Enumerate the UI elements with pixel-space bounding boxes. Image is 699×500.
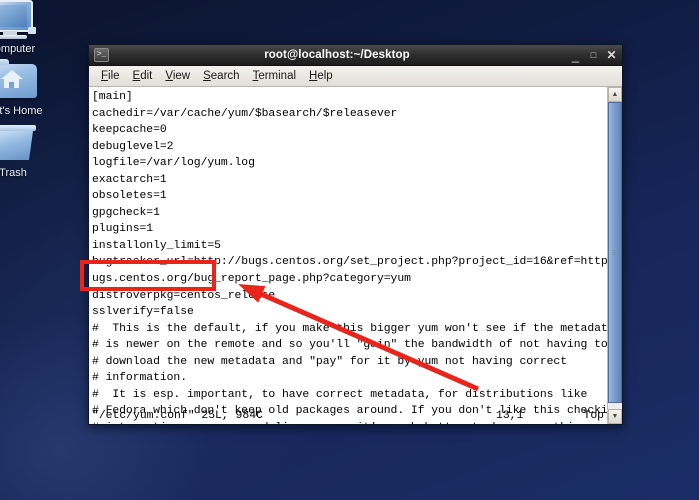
window-title: root@localhost:~/Desktop: [264, 49, 410, 61]
status-scroll-location: Top: [583, 410, 604, 422]
editor-line: # It is esp. important, to have correct …: [92, 388, 588, 401]
menu-help[interactable]: Help: [303, 69, 340, 83]
menu-search[interactable]: Search: [197, 69, 246, 83]
editor-line: cachedir=/var/cache/yum/$basearch/$relea…: [92, 107, 398, 120]
editor-line: debuglevel=2: [92, 140, 174, 153]
desktop: Computer root's Home Trash >_ root@local…: [0, 0, 699, 500]
editor-line: keepcache=0: [92, 124, 167, 137]
terminal-scrollbar[interactable]: ▲ ▼: [607, 87, 622, 424]
editor-status-line: "/etc/yum.conf" 25L, 984C 13,1 Top: [92, 410, 606, 422]
menu-edit[interactable]: Edit: [127, 69, 160, 83]
editor-line: plugins=1: [92, 223, 154, 236]
menu-file[interactable]: File: [95, 69, 127, 83]
scrollbar-grip-icon: [612, 250, 618, 256]
editor-line: sslverify=false: [92, 306, 194, 319]
desktop-icon-home[interactable]: root's Home: [0, 58, 44, 118]
menu-view[interactable]: View: [159, 69, 197, 83]
scrollbar-track[interactable]: [608, 102, 622, 409]
window-titlebar[interactable]: >_ root@localhost:~/Desktop _ □ ✕: [89, 45, 622, 66]
home-folder-icon: [0, 58, 39, 104]
desktop-icon-label: Computer: [0, 43, 36, 55]
computer-monitor-icon: [0, 0, 37, 42]
status-cursor-position: 13,1: [496, 410, 524, 422]
editor-line: obsoletes=1: [92, 190, 167, 203]
close-button[interactable]: ✕: [604, 48, 619, 63]
desktop-icon-trash[interactable]: Trash: [0, 120, 44, 180]
editor-line: logfile=/var/log/yum.log: [92, 157, 255, 170]
maximize-button[interactable]: □: [586, 48, 601, 63]
editor-line: # information.: [92, 372, 187, 385]
editor-line: exactarch=1: [92, 173, 167, 186]
desktop-icon-label: root's Home: [0, 105, 43, 117]
editor-line: ugs.centos.org/bug_report_page.php?categ…: [92, 273, 411, 286]
editor-line: distroverpkg=centos_release: [92, 289, 276, 302]
terminal-window: >_ root@localhost:~/Desktop _ □ ✕ File E…: [88, 44, 623, 425]
terminal-icon: >_: [94, 48, 109, 62]
editor-text-area[interactable]: [main] cachedir=/var/cache/yum/$basearch/…: [89, 87, 607, 424]
status-filename: "/etc/yum.conf" 25L, 984C: [92, 410, 263, 422]
desktop-icon-computer[interactable]: Computer: [0, 0, 42, 56]
scroll-up-icon[interactable]: ▲: [608, 87, 622, 102]
menubar: File Edit View Search Terminal Help: [89, 66, 622, 87]
scroll-down-icon[interactable]: ▼: [608, 409, 622, 424]
minimize-button[interactable]: _: [568, 48, 583, 63]
editor-line: gpgcheck=1: [92, 206, 160, 219]
editor-line: # download the new metadata and "pay" fo…: [92, 355, 567, 368]
scrollbar-thumb[interactable]: [608, 102, 622, 403]
editor-line: [main]: [92, 91, 133, 103]
terminal-body[interactable]: [main] cachedir=/var/cache/yum/$basearch/…: [89, 87, 622, 424]
trash-bin-icon: [0, 120, 39, 166]
editor-line: # This is the default, if you make this …: [92, 322, 607, 335]
editor-line: bugtracker_url=http://bugs.centos.org/se…: [92, 256, 607, 269]
editor-line: installonly_limit=5: [92, 239, 221, 252]
menu-terminal[interactable]: Terminal: [247, 69, 303, 83]
desktop-icon-label: Trash: [0, 167, 27, 179]
editor-line: # is newer on the remote and so you'll "…: [92, 339, 607, 352]
